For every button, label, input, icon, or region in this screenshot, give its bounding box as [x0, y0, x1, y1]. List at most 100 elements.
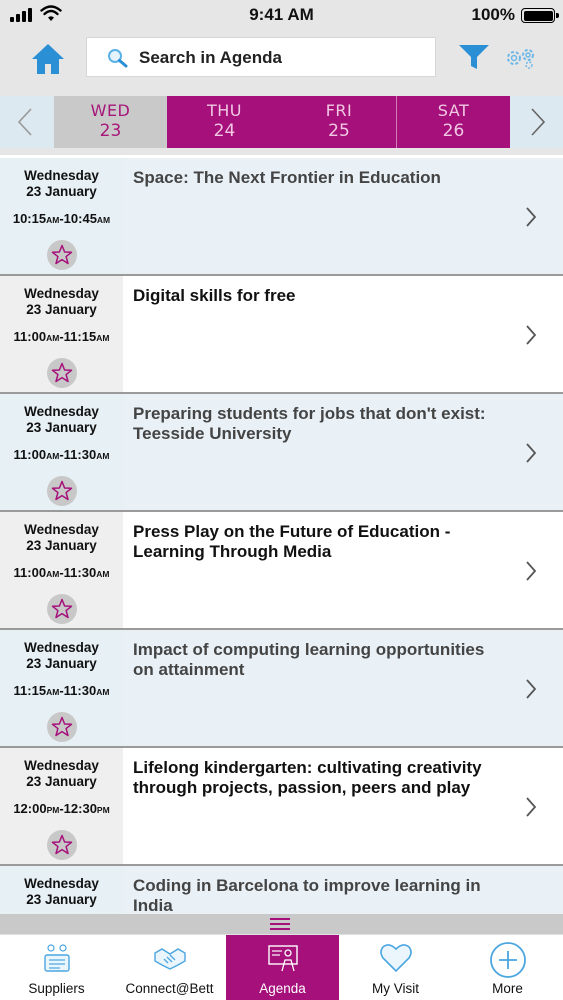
- chevron-right-icon: [526, 325, 537, 345]
- session-date: 23 January: [26, 184, 97, 199]
- session-day: Wednesday: [24, 522, 99, 537]
- favorite-button[interactable]: [47, 358, 77, 388]
- agenda-item[interactable]: Wednesday 23 January 10:15AM-10:45AM Space:…: [0, 158, 563, 276]
- session-date: 23 January: [26, 774, 97, 789]
- handshake-icon: [153, 948, 186, 970]
- session-title: Preparing students for jobs that don't e…: [133, 404, 486, 443]
- session-time: 10:15AM-10:45AM: [0, 211, 123, 226]
- day-number: 24: [213, 121, 236, 141]
- start-time: 11:15: [13, 683, 47, 698]
- tab-my-visit[interactable]: My Visit: [339, 935, 452, 1000]
- favorite-button[interactable]: [47, 594, 77, 624]
- day-of-week: FRI: [325, 101, 353, 120]
- session-time: 11:00AM-11:30AM: [0, 565, 123, 580]
- session-day: Wednesday: [24, 758, 99, 773]
- session-day: Wednesday: [24, 168, 99, 183]
- session-details[interactable]: Digital skills for free: [123, 276, 563, 392]
- start-ampm: AM: [46, 569, 60, 579]
- chevron-right-icon: [526, 207, 537, 227]
- session-details[interactable]: Coding in Barcelona to improve learning …: [123, 866, 563, 914]
- star-icon: [51, 716, 73, 737]
- home-icon: [32, 44, 64, 74]
- session-details[interactable]: Press Play on the Future of Education - …: [123, 512, 563, 628]
- home-button[interactable]: [30, 42, 66, 76]
- next-day-button[interactable]: [513, 96, 563, 148]
- session-details[interactable]: Space: The Next Frontier in Education: [123, 158, 563, 274]
- day-tab-sat[interactable]: SAT 26: [396, 96, 510, 148]
- session-date: 23 January: [26, 656, 97, 671]
- session-day: Wednesday: [24, 876, 99, 891]
- tab-agenda[interactable]: Agenda: [226, 935, 339, 1000]
- session-time: 11:15AM-11:30AM: [0, 683, 123, 698]
- start-time: 11:00: [13, 329, 47, 344]
- day-of-week: SAT: [437, 101, 470, 120]
- session-title: Press Play on the Future of Education - …: [133, 522, 451, 561]
- end-time: 10:45: [63, 211, 97, 226]
- bottom-tab-bar: Suppliers Connect@Bett Agenda My Visit M…: [0, 934, 563, 1000]
- suppliers-icon: [43, 944, 70, 972]
- battery-icon: [521, 8, 559, 23]
- day-number: 25: [328, 121, 350, 141]
- session-datetime: Wednesday 23 January 10:15AM-10:45AM: [0, 158, 123, 274]
- previous-day-button[interactable]: [0, 96, 50, 148]
- session-details[interactable]: Lifelong kindergarten: cultivating creat…: [123, 748, 563, 864]
- session-time: 11:00AM-11:15AM: [0, 329, 123, 344]
- session-details[interactable]: Preparing students for jobs that don't e…: [123, 394, 563, 510]
- tab-label: Agenda: [259, 981, 306, 996]
- favorite-button[interactable]: [47, 830, 77, 860]
- status-bar: 9:41 AM 100%: [0, 0, 563, 30]
- search-input[interactable]: Search in Agenda: [86, 37, 436, 77]
- end-ampm: AM: [96, 569, 110, 579]
- start-time: 11:00: [13, 447, 47, 462]
- favorite-button[interactable]: [47, 240, 77, 270]
- plus-circle-icon: [489, 942, 526, 978]
- end-time: 11:30: [63, 565, 97, 580]
- star-icon: [51, 834, 73, 855]
- tab-label: Suppliers: [28, 981, 85, 996]
- session-day: Wednesday: [24, 404, 99, 419]
- agenda-item[interactable]: Wednesday 23 January 11:00AM-11:15AM Digita…: [0, 276, 563, 394]
- day-number: 26: [442, 121, 465, 141]
- star-icon: [51, 480, 73, 501]
- agenda-item[interactable]: Wednesday 23 January 12:00PM-12:30PM Lifelo…: [0, 748, 563, 866]
- end-time: 11:30: [63, 683, 97, 698]
- start-ampm: AM: [46, 451, 60, 461]
- end-time: 12:30: [63, 801, 97, 816]
- agenda-item[interactable]: Wednesday 23 January 11:00AM-11:30AM Prepar…: [0, 394, 563, 512]
- session-date: 23 January: [26, 420, 97, 435]
- session-title: Lifelong kindergarten: cultivating creat…: [133, 758, 482, 797]
- agenda-item[interactable]: Wednesday 23 January 11:15AM-11:30AM Impact…: [0, 630, 563, 748]
- tab-suppliers[interactable]: Suppliers: [0, 935, 113, 1000]
- day-tab-wed[interactable]: WED 23: [54, 96, 167, 148]
- session-day: Wednesday: [24, 286, 99, 301]
- day-tab-fri[interactable]: FRI 25: [282, 96, 396, 148]
- session-details[interactable]: Impact of computing learning opportuniti…: [123, 630, 563, 746]
- tab-connect[interactable]: Connect@Bett: [113, 935, 226, 1000]
- tab-more[interactable]: More: [452, 935, 563, 1000]
- end-ampm: AM: [96, 215, 111, 225]
- chevron-right-icon: [526, 679, 537, 699]
- session-datetime: Wednesday 23 January: [0, 866, 123, 914]
- session-title: Digital skills for free: [133, 286, 296, 305]
- settings-button[interactable]: [504, 46, 538, 70]
- settings-icon: [507, 49, 534, 69]
- filter-button[interactable]: [458, 42, 490, 72]
- favorite-button[interactable]: [47, 476, 77, 506]
- day-tab-thu[interactable]: THU 24: [167, 96, 282, 148]
- tab-label: My Visit: [371, 981, 419, 996]
- agenda-item[interactable]: Wednesday 23 January Coding in Barcelona t…: [0, 866, 563, 914]
- star-icon: [51, 362, 73, 383]
- session-title: Coding in Barcelona to improve learning …: [133, 876, 481, 914]
- agenda-list[interactable]: Wednesday 23 January 10:15AM-10:45AM Space:…: [0, 158, 563, 914]
- session-datetime: Wednesday 23 January 12:00PM-12:30PM: [0, 748, 123, 864]
- date-selector: WED 23 THU 24 FRI 25 SAT 26: [0, 88, 563, 158]
- session-datetime: Wednesday 23 January 11:00AM-11:30AM: [0, 394, 123, 510]
- start-time: 10:15: [12, 211, 47, 226]
- favorite-button[interactable]: [47, 712, 77, 742]
- chevron-left-icon: [17, 108, 32, 136]
- agenda-icon: [267, 945, 298, 972]
- drawer-handle[interactable]: [0, 914, 563, 934]
- end-ampm: PM: [96, 805, 110, 815]
- agenda-item[interactable]: Wednesday 23 January 11:00AM-11:30AM Press …: [0, 512, 563, 630]
- session-day: Wednesday: [24, 640, 99, 655]
